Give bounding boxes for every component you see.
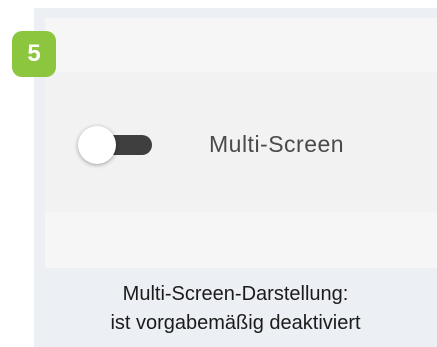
multi-screen-label: Multi-Screen (209, 131, 345, 157)
caption-line-1: Multi-Screen-Darstellung: (122, 283, 349, 305)
toggle-knob (78, 126, 116, 164)
multi-screen-toggle[interactable] (78, 126, 152, 164)
step-number-badge: 5 (12, 31, 56, 77)
caption: Multi-Screen-Darstellung: ist vorgabemäß… (34, 280, 437, 338)
caption-line-2: ist vorgabemäßig deaktiviert (110, 312, 361, 334)
